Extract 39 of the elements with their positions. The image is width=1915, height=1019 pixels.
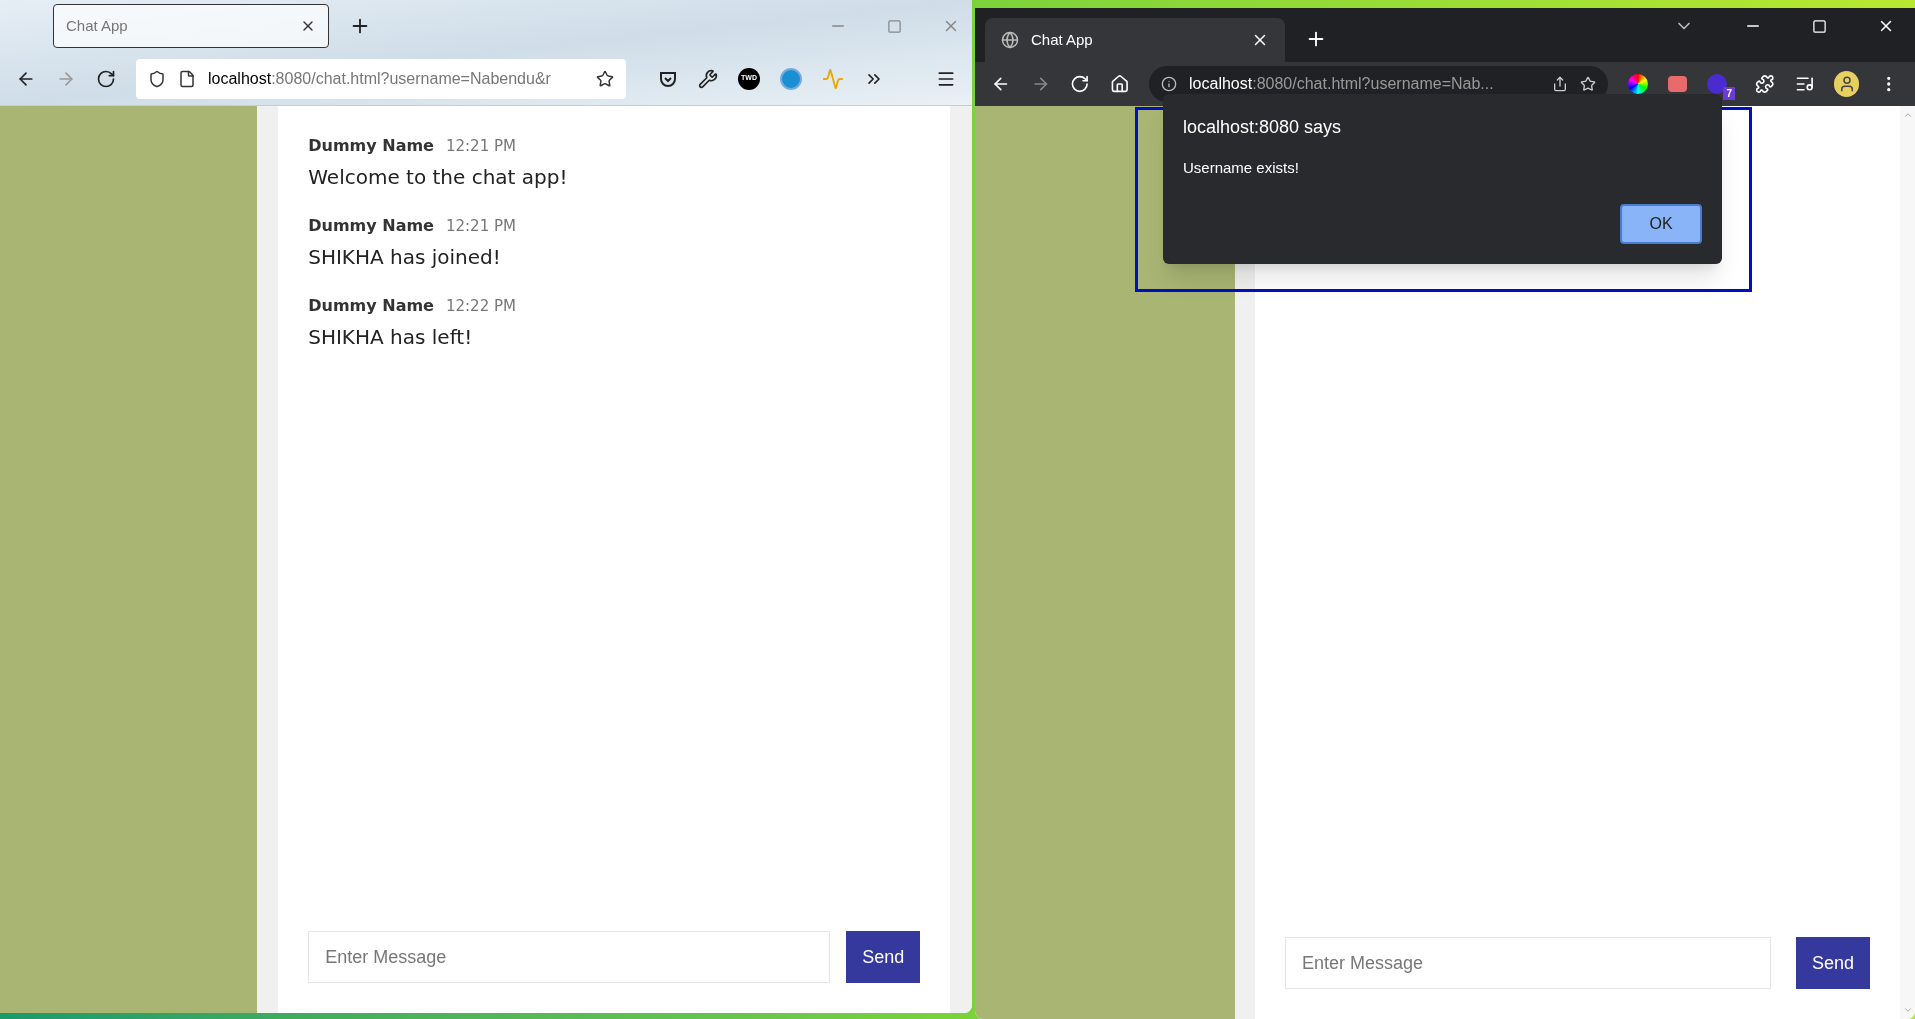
globe-extension-icon[interactable] xyxy=(780,67,802,90)
reload-icon[interactable] xyxy=(96,68,116,89)
extension-badge: 7 xyxy=(1723,87,1735,100)
home-icon[interactable] xyxy=(1109,74,1130,94)
browser-tab[interactable]: Chat App xyxy=(53,4,329,48)
address-bar[interactable]: localhost:8080/chat.html?username=Nabendu&r xyxy=(136,58,626,99)
media-icon[interactable] xyxy=(1794,74,1815,94)
info-icon xyxy=(1161,76,1178,92)
shield-icon xyxy=(148,69,166,88)
message-time: 12:22 PM xyxy=(445,296,516,317)
message-time: 12:21 PM xyxy=(445,136,516,157)
url-text: localhost:8080/chat.html?username=Nabendu&r xyxy=(208,68,551,89)
tab-title: Chat App xyxy=(1031,29,1093,50)
ok-button[interactable]: OK xyxy=(1620,204,1702,244)
avatar-icon[interactable] xyxy=(1834,71,1860,97)
message-time: 12:21 PM xyxy=(445,216,516,237)
send-button[interactable]: Send xyxy=(1795,937,1870,989)
message-input-field[interactable]: Enter Message xyxy=(1285,937,1771,989)
reload-icon[interactable] xyxy=(1070,74,1090,94)
message-text: SHIKHA has joined! xyxy=(308,244,502,271)
dialog-message: Username exists! xyxy=(1183,158,1300,178)
globe-icon xyxy=(1001,31,1019,49)
message-author: Dummy Name xyxy=(308,215,434,237)
browser-tab[interactable]: Chat App xyxy=(985,18,1285,62)
page-icon xyxy=(178,69,196,88)
dialog-title: localhost:8080 says xyxy=(1183,116,1343,139)
color-wheel-icon[interactable] xyxy=(1628,74,1648,94)
message-input-field[interactable]: Enter Message xyxy=(308,931,831,983)
wrench-icon[interactable] xyxy=(698,68,718,89)
send-button[interactable]: Send xyxy=(846,931,921,983)
message-author: Dummy Name xyxy=(308,135,434,157)
puzzle-icon[interactable] xyxy=(1755,74,1775,94)
message-author: Dummy Name xyxy=(308,295,434,317)
bookmark-star-icon[interactable] xyxy=(596,69,614,88)
url-text: localhost:8080/chat.html?username=Nab... xyxy=(1189,74,1494,94)
share-icon[interactable] xyxy=(1552,76,1569,92)
message-text: SHIKHA has left! xyxy=(308,324,474,351)
message-text: Welcome to the chat app! xyxy=(308,164,569,191)
tab-title: Chat App xyxy=(66,15,128,36)
